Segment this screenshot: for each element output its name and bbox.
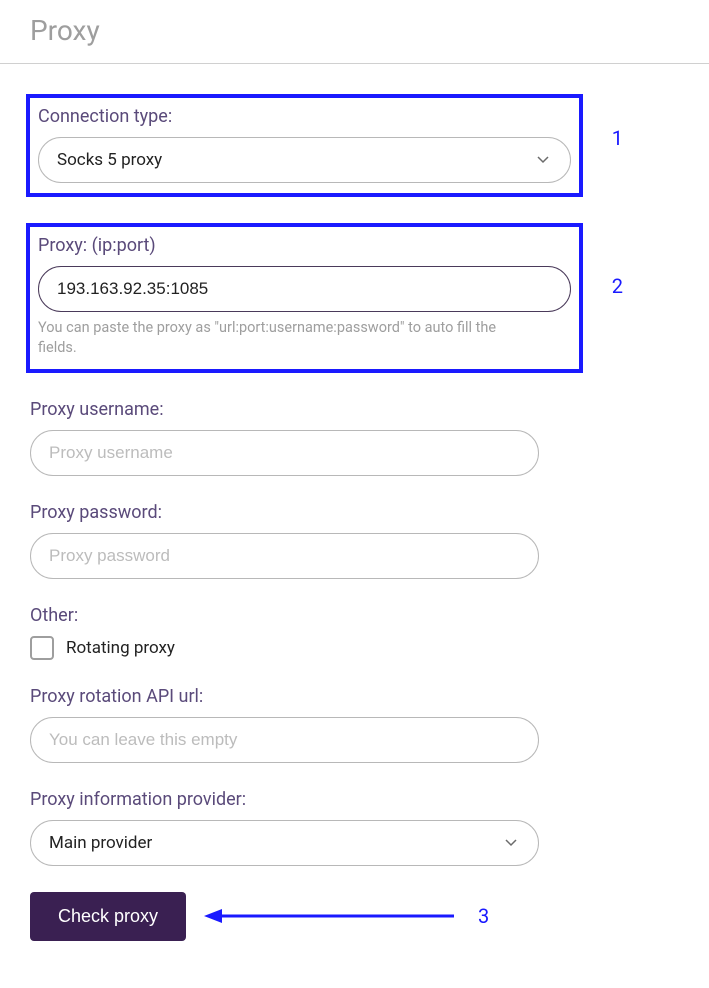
provider-group: Proxy information provider: Main provide… <box>30 789 539 866</box>
proxy-address-label: Proxy: (ip:port) <box>38 235 571 256</box>
proxy-address-hint: You can paste the proxy as "url:port:use… <box>38 318 518 359</box>
page-header: Proxy <box>0 0 709 64</box>
proxy-password-label: Proxy password: <box>30 502 539 523</box>
proxy-address-group: Proxy: (ip:port) You can paste the proxy… <box>26 223 583 373</box>
annotation-1: 1 <box>612 126 623 150</box>
page-title: Proxy <box>30 14 679 47</box>
connection-type-select[interactable]: Socks 5 proxy <box>38 137 571 183</box>
check-proxy-button[interactable]: Check proxy <box>30 892 186 941</box>
actions-row: Check proxy 3 <box>30 892 679 941</box>
provider-value: Main provider <box>49 833 152 853</box>
other-label: Other: <box>30 605 539 626</box>
proxy-address-input[interactable] <box>38 266 571 312</box>
rotation-url-group: Proxy rotation API url: <box>30 686 539 763</box>
rotation-url-input[interactable] <box>30 717 539 763</box>
annotation-2: 2 <box>612 274 623 298</box>
provider-label: Proxy information provider: <box>30 789 539 810</box>
provider-select[interactable]: Main provider <box>30 820 539 866</box>
connection-type-label: Connection type: <box>38 106 571 127</box>
rotation-url-label: Proxy rotation API url: <box>30 686 539 707</box>
other-group: Other: Rotating proxy <box>30 605 539 660</box>
connection-type-group: Connection type: Socks 5 proxy 1 <box>26 94 583 197</box>
proxy-password-group: Proxy password: <box>30 502 539 579</box>
connection-type-value: Socks 5 proxy <box>57 150 162 170</box>
proxy-username-group: Proxy username: <box>30 399 539 476</box>
annotation-3: 3 <box>478 904 489 928</box>
proxy-username-label: Proxy username: <box>30 399 539 420</box>
proxy-username-input[interactable] <box>30 430 539 476</box>
rotating-proxy-checkbox[interactable] <box>30 636 54 660</box>
arrow-left-icon <box>204 906 454 926</box>
proxy-password-input[interactable] <box>30 533 539 579</box>
proxy-form: Connection type: Socks 5 proxy 1 Proxy: … <box>0 64 709 961</box>
rotating-proxy-label: Rotating proxy <box>66 638 175 658</box>
